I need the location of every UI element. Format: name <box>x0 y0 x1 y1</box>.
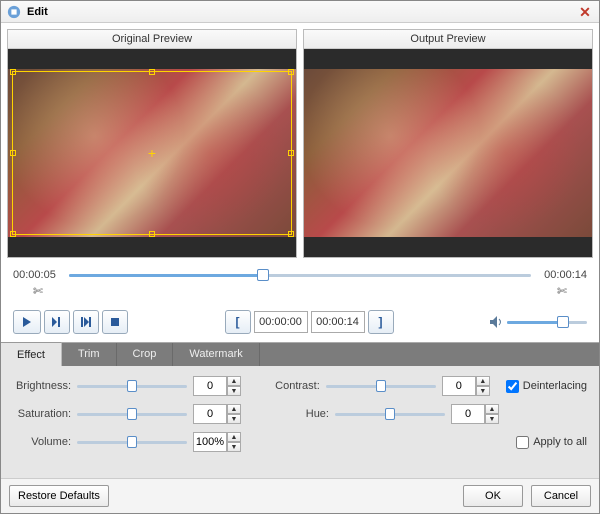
volume-up[interactable]: ▲ <box>227 432 241 442</box>
timeline-thumb[interactable] <box>257 269 269 281</box>
volume-down[interactable]: ▼ <box>227 442 241 452</box>
time-end-label: 00:00:14 <box>537 269 587 281</box>
crop-handle-bm[interactable] <box>149 231 155 237</box>
crop-handle-tr[interactable] <box>288 69 294 75</box>
contrast-slider[interactable] <box>326 379 436 393</box>
deinterlacing-input[interactable] <box>506 380 519 393</box>
restore-defaults-button[interactable]: Restore Defaults <box>9 485 109 507</box>
contrast-thumb[interactable] <box>376 380 386 392</box>
original-preview-header: Original Preview <box>8 30 296 49</box>
crop-handle-bl[interactable] <box>10 231 16 237</box>
tab-bar: Effect Trim Crop Watermark <box>1 342 599 366</box>
tab-watermark[interactable]: Watermark <box>173 343 259 366</box>
playback-controls: [ 00:00:00 00:00:14 ] <box>1 306 599 342</box>
hue-field[interactable] <box>451 404 485 424</box>
brightness-slider[interactable] <box>77 379 187 393</box>
contrast-down[interactable]: ▼ <box>476 386 490 396</box>
set-in-button[interactable]: [ <box>225 310 251 334</box>
original-preview-body[interactable]: + <box>8 49 296 257</box>
saturation-slider[interactable] <box>77 407 187 421</box>
hue-slider[interactable] <box>335 407 445 421</box>
crop-handle-br[interactable] <box>288 231 294 237</box>
contrast-up[interactable]: ▲ <box>476 376 490 386</box>
brightness-label: Brightness: <box>13 380 71 392</box>
hue-label: Hue: <box>271 408 329 420</box>
audio-volume-thumb[interactable] <box>127 436 137 448</box>
hue-down[interactable]: ▼ <box>485 414 499 424</box>
saturation-down[interactable]: ▼ <box>227 414 241 424</box>
tab-trim[interactable]: Trim <box>62 343 117 366</box>
volume-label: Volume: <box>13 436 71 448</box>
apply-all-checkbox[interactable]: Apply to all <box>516 436 587 449</box>
timeline-slider[interactable] <box>69 268 531 282</box>
step-forward-button[interactable] <box>44 310 70 334</box>
set-out-button[interactable]: ] <box>368 310 394 334</box>
trim-in-marker-icon[interactable]: ✄ <box>13 284 63 298</box>
tab-crop[interactable]: Crop <box>117 343 174 366</box>
brightness-field[interactable] <box>193 376 227 396</box>
audio-volume-slider[interactable] <box>77 435 187 449</box>
output-preview-body <box>304 49 592 257</box>
stop-button[interactable] <box>102 310 128 334</box>
crop-center-icon[interactable]: + <box>146 147 158 159</box>
ok-button[interactable]: OK <box>463 485 523 507</box>
crop-frame[interactable]: + <box>12 71 292 235</box>
saturation-label: Saturation: <box>13 408 71 420</box>
out-time-field[interactable]: 00:00:14 <box>311 311 365 333</box>
trim-out-marker-icon[interactable]: ✄ <box>537 284 587 298</box>
apply-all-label: Apply to all <box>533 436 587 448</box>
output-preview-header: Output Preview <box>304 30 592 49</box>
deinterlacing-label: Deinterlacing <box>523 380 587 392</box>
titlebar: Edit ✕ <box>1 1 599 23</box>
saturation-thumb[interactable] <box>127 408 137 420</box>
crop-handle-ml[interactable] <box>10 150 16 156</box>
brightness-down[interactable]: ▼ <box>227 386 241 396</box>
next-button[interactable] <box>73 310 99 334</box>
in-time-field[interactable]: 00:00:00 <box>254 311 308 333</box>
brightness-thumb[interactable] <box>127 380 137 392</box>
play-button[interactable] <box>13 310 41 334</box>
crop-handle-tm[interactable] <box>149 69 155 75</box>
crop-handle-mr[interactable] <box>288 150 294 156</box>
hue-thumb[interactable] <box>385 408 395 420</box>
speaker-icon[interactable] <box>490 316 504 328</box>
timeline-area: 00:00:05 00:00:14 ✄ ✄ <box>1 264 599 306</box>
original-preview-pane: Original Preview + <box>7 29 297 258</box>
bottom-bar: Restore Defaults OK Cancel <box>1 478 599 513</box>
close-icon[interactable]: ✕ <box>577 4 593 20</box>
volume-thumb[interactable] <box>557 316 569 328</box>
brightness-up[interactable]: ▲ <box>227 376 241 386</box>
volume-slider[interactable] <box>507 315 587 329</box>
deinterlacing-checkbox[interactable]: Deinterlacing <box>506 380 587 393</box>
apply-all-input[interactable] <box>516 436 529 449</box>
crop-handle-tl[interactable] <box>10 69 16 75</box>
effect-panel: Brightness: ▲▼ Contrast: ▲▼ Deinterlacin… <box>1 366 599 478</box>
saturation-field[interactable] <box>193 404 227 424</box>
time-start-label: 00:00:05 <box>13 269 63 281</box>
volume-field[interactable] <box>193 432 227 452</box>
edit-dialog: Edit ✕ Original Preview + <box>0 0 600 514</box>
output-video-frame <box>304 69 592 237</box>
cancel-button[interactable]: Cancel <box>531 485 591 507</box>
contrast-label: Contrast: <box>262 380 320 392</box>
hue-up[interactable]: ▲ <box>485 404 499 414</box>
app-icon <box>7 5 21 19</box>
contrast-field[interactable] <box>442 376 476 396</box>
saturation-up[interactable]: ▲ <box>227 404 241 414</box>
tab-effect[interactable]: Effect <box>1 342 62 366</box>
preview-row: Original Preview + Output Preview <box>1 23 599 264</box>
output-preview-pane: Output Preview <box>303 29 593 258</box>
window-title: Edit <box>27 6 577 18</box>
